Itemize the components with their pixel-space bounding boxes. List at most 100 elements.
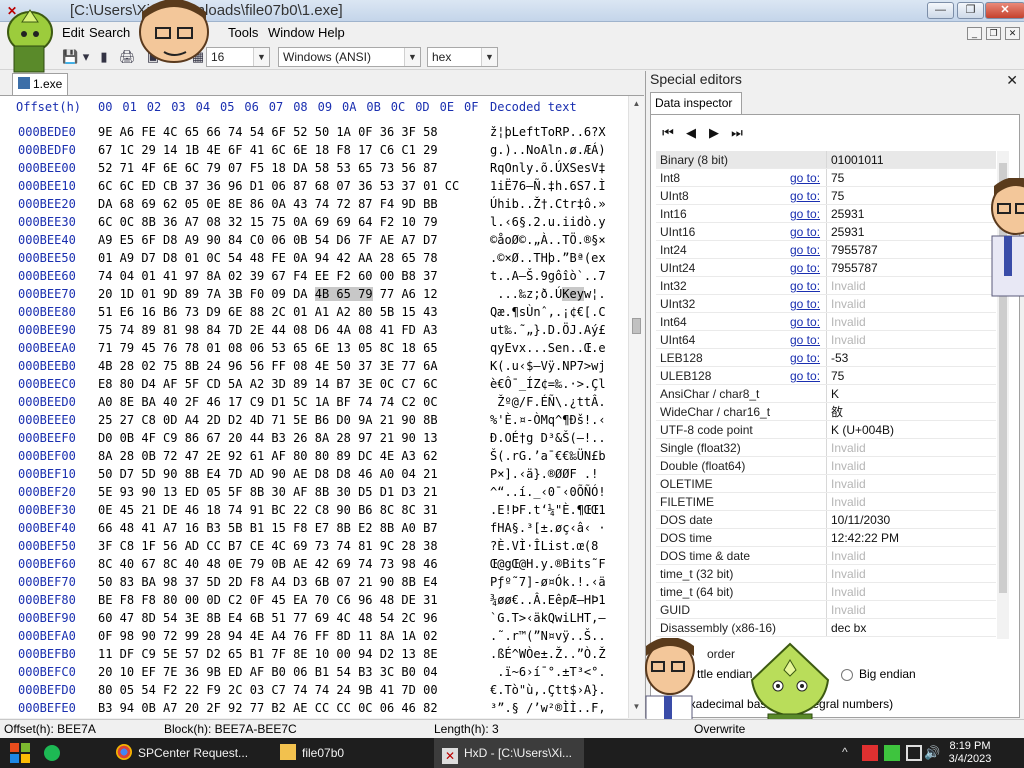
close-button[interactable]: ✕ — [985, 2, 1024, 19]
charset-select[interactable]: Windows (ANSI) ▼ — [278, 47, 421, 67]
inspector-value[interactable]: Invalid — [826, 439, 994, 456]
row-decoded-text[interactable]: .µ.V.Wû®.Ø. ‡.L. — [490, 717, 606, 718]
row-decoded-text[interactable]: Œ@gŒ@H.y.®Bits˜F — [490, 555, 606, 573]
hex-row[interactable]: 000BEEA0 71 79 45 76 78 01 08 06 53 65 6E… — [0, 339, 630, 357]
row-decoded-text[interactable]: t..A—Š.9gôîò`..7 — [490, 267, 606, 285]
row-decoded-text[interactable]: K(.u‹$–Vÿ.NP7>wj — [490, 357, 606, 375]
inspector-value[interactable]: -53 — [826, 349, 994, 366]
previous-icon[interactable]: ◀ — [682, 125, 700, 141]
inspector-row[interactable]: Int8 go to: 75 — [656, 169, 996, 187]
row-decoded-text[interactable]: ž¦þLeftToRP..6?X — [490, 123, 606, 141]
menu-search[interactable]: Search — [89, 25, 130, 40]
menu-help[interactable]: Help — [318, 25, 345, 40]
row-bytes[interactable]: 25 27 C8 0D A4 2D D2 4D 71 5E B6 D0 9A 2… — [98, 411, 438, 429]
row-decoded-text[interactable]: P×].‹ä}­.®ØØF .! — [490, 465, 598, 483]
row-bytes[interactable]: 07 B5 08 56 17 57 FB AE 9D D8 8F 20 87 8… — [98, 717, 438, 718]
hex-row[interactable]: 000BEE20 DA 68 69 62 05 0E 8E 86 0A 43 74… — [0, 195, 630, 213]
inspector-row[interactable]: Int24 go to: 7955787 — [656, 241, 996, 259]
inspector-row[interactable]: ULEB128 go to: 75 — [656, 367, 996, 385]
hex-row[interactable]: 000BEE30 6C 0C 8B 36 A7 08 32 15 75 0A 69… — [0, 213, 630, 231]
inspector-value[interactable]: 敋 — [826, 403, 994, 420]
row-decoded-text[interactable]: Úhib..Ž†.Ctr‡ô.» — [490, 195, 606, 213]
menu-tools[interactable]: Tools — [228, 25, 258, 40]
inspector-row[interactable]: Int32 go to: Invalid — [656, 277, 996, 295]
hex-row[interactable]: 000BEE40 A9 E5 6F D8 A9 90 84 C0 06 0B 54… — [0, 231, 630, 249]
inspector-value[interactable]: Invalid — [826, 331, 994, 348]
row-decoded-text[interactable]: .˜.r™(”N¤vÿ..Š.. — [490, 627, 606, 645]
row-bytes[interactable]: 4B 28 02 75 8B 24 96 56 FF 08 4E 50 37 3… — [98, 357, 438, 375]
hex-row[interactable]: 000BEF40 66 48 41 A7 16 B3 5B B1 15 F8 E7… — [0, 519, 630, 537]
row-decoded-text[interactable]: .©×Ø..THþ.”Bª(ex — [490, 249, 606, 267]
row-decoded-text[interactable]: ut‰.˜„}.D.ÖJ.Aý£ — [490, 321, 606, 339]
row-bytes[interactable]: 75 74 89 81 98 84 7D 2E 44 08 D6 4A 08 4… — [98, 321, 438, 339]
flag-icon[interactable] — [862, 745, 878, 761]
inspector-row[interactable]: FILETIME Invalid — [656, 493, 996, 511]
inspector-value[interactable]: 75 — [826, 187, 994, 204]
inspector-row[interactable]: time_t (64 bit) Invalid — [656, 583, 996, 601]
row-bytes[interactable]: A9 E5 6F D8 A9 90 84 C0 06 0B 54 D6 7F A… — [98, 231, 438, 249]
row-decoded-text[interactable]: 1iË76–Ñ.‡h.6S7.Ì — [490, 177, 606, 195]
inspector-value[interactable]: 01001011 — [826, 151, 994, 168]
hex-row[interactable]: 000BEED0 A0 8E BA 40 2F 46 17 C9 D1 5C 1A… — [0, 393, 630, 411]
inspector-value[interactable]: 25931 — [826, 205, 994, 222]
goto-link[interactable]: go to: — [790, 169, 820, 187]
hex-row[interactable]: 000BEF50 3F C8 1F 56 AD CC B7 CE 4C 69 73… — [0, 537, 630, 555]
hex-row[interactable]: 000BEF70 50 83 BA 98 37 5D 2D F8 A4 D3 6B… — [0, 573, 630, 591]
goto-link[interactable]: go to: — [790, 259, 820, 277]
start-button[interactable] — [10, 743, 30, 763]
row-decoded-text[interactable]: .E!ÞF.t‘¼"È.¶ŒŒ1 — [490, 501, 606, 519]
inspector-value[interactable]: Invalid — [826, 547, 994, 564]
inspector-value[interactable]: K — [826, 385, 994, 402]
inspector-value[interactable]: 75 — [826, 169, 994, 186]
row-bytes[interactable]: 11 DF C9 5E 57 D2 65 B1 7F 8E 10 00 94 D… — [98, 645, 438, 663]
inspector-value[interactable]: Invalid — [826, 295, 994, 312]
hex-row[interactable]: 000BEE50 01 A9 D7 D8 01 0C 54 48 FE 0A 94… — [0, 249, 630, 267]
row-bytes[interactable]: 50 D7 5D 90 8B E4 7D AD 90 AE D8 D8 46 A… — [98, 465, 438, 483]
inspector-row[interactable]: DOS date 10/11/2030 — [656, 511, 996, 529]
goto-link[interactable]: go to: — [790, 205, 820, 223]
inspector-value[interactable]: Invalid — [826, 493, 994, 510]
inspector-value[interactable]: Invalid — [826, 313, 994, 330]
inspector-value[interactable]: 7955787 — [826, 241, 994, 258]
goto-link[interactable]: go to: — [790, 349, 820, 367]
inspector-row[interactable]: GUID Invalid — [656, 601, 996, 619]
hex-editor[interactable]: Offset(h) 00 01 02 03 04 05 06 07 08 09 0A 0B 0C 0D 0E… — [0, 95, 644, 718]
hex-row[interactable]: 000BEEF0 D0 0B 4F C9 86 67 20 44 B3 26 8A… — [0, 429, 630, 447]
row-bytes[interactable]: 6C 6C ED CB 37 36 96 D1 06 87 68 07 36 5… — [98, 177, 459, 195]
row-decoded-text[interactable]: ³”.§ /’w²®ÌÌ..F‚ — [490, 699, 606, 717]
row-bytes[interactable]: 0F 98 90 72 99 28 94 4E A4 76 FF 8D 11 8… — [98, 627, 438, 645]
inspector-value[interactable]: Invalid — [826, 601, 994, 618]
hex-scrollbar-thumb[interactable] — [632, 318, 641, 334]
hex-rows[interactable]: 000BEDE0 9E A6 FE 4C 65 66 74 54 6F 52 50… — [0, 123, 630, 718]
row-bytes[interactable]: B3 94 0B A7 20 2F 92 77 B2 AE CC CC 0C 0… — [98, 699, 438, 717]
row-decoded-text[interactable]: %'È.¤-ÒMq^¶Ðš!.‹ — [490, 411, 606, 429]
row-bytes[interactable]: 80 05 54 F2 22 F9 2C 03 C7 74 74 24 9B 4… — [98, 681, 438, 699]
row-decoded-text[interactable]: g.)..NoAln.ø.ÆÁ) — [490, 141, 606, 159]
row-bytes[interactable]: E8 80 D4 AF 5F CD 5A A2 3D 89 14 B7 3E 0… — [98, 375, 438, 393]
inspector-value[interactable]: 25931 — [826, 223, 994, 240]
row-bytes[interactable]: D0 0B 4F C9 86 67 20 44 B3 26 8A 28 97 2… — [98, 429, 438, 447]
goto-link[interactable]: go to: — [790, 313, 820, 331]
inspector-value[interactable]: dec bx — [826, 619, 994, 636]
inspector-row[interactable]: WideChar / char16_t 敋 — [656, 403, 996, 421]
inspector-value[interactable]: K (U+004B) — [826, 421, 994, 438]
row-decoded-text[interactable]: `G.T>‹äkQwiLHT,– — [490, 609, 606, 627]
hex-row[interactable]: 000BEE90 75 74 89 81 98 84 7D 2E 44 08 D6… — [0, 321, 630, 339]
hex-row[interactable]: 000BEFB0 11 DF C9 5E 57 D2 65 B1 7F 8E 10… — [0, 645, 630, 663]
row-bytes[interactable]: 3F C8 1F 56 AD CC B7 CE 4C 69 73 74 81 9… — [98, 537, 438, 555]
row-bytes[interactable]: BE F8 F8 80 00 0D C2 0F 45 EA 70 C6 96 4… — [98, 591, 438, 609]
mdi-minimize-button[interactable]: _ — [967, 27, 982, 40]
clock[interactable]: 8:19 PM 3/4/2023 — [940, 740, 1000, 766]
dropdown-arrow-icon[interactable]: ▾ — [78, 49, 94, 65]
hex-row[interactable]: 000BEF90 60 47 8D 54 3E 8B E4 6B 51 77 69… — [0, 609, 630, 627]
inspector-row[interactable]: UInt16 go to: 25931 — [656, 223, 996, 241]
hex-row[interactable]: 000BEDF0 67 1C 29 14 1B 4E 6F 41 6C 6E 18… — [0, 141, 630, 159]
row-bytes[interactable]: 60 47 8D 54 3E 8B E4 6B 51 77 69 4C 48 5… — [98, 609, 438, 627]
inspector-value[interactable]: Invalid — [826, 475, 994, 492]
row-bytes[interactable]: 74 04 01 41 97 8A 02 39 67 F4 EE F2 60 0… — [98, 267, 438, 285]
row-decoded-text[interactable]: l.‹6§.2.u.iidò.y — [490, 213, 606, 231]
row-decoded-text[interactable]: Š(.rG.’a¯€€‰ÜN£b — [490, 447, 606, 465]
hex-row[interactable]: 000BEFA0 0F 98 90 72 99 28 94 4E A4 76 FF… — [0, 627, 630, 645]
row-bytes[interactable]: 20 1D 01 9D 89 7A 3B F0 09 DA 4B 65 79 7… — [98, 285, 438, 303]
mdi-close-button[interactable]: ✕ — [1005, 27, 1020, 40]
